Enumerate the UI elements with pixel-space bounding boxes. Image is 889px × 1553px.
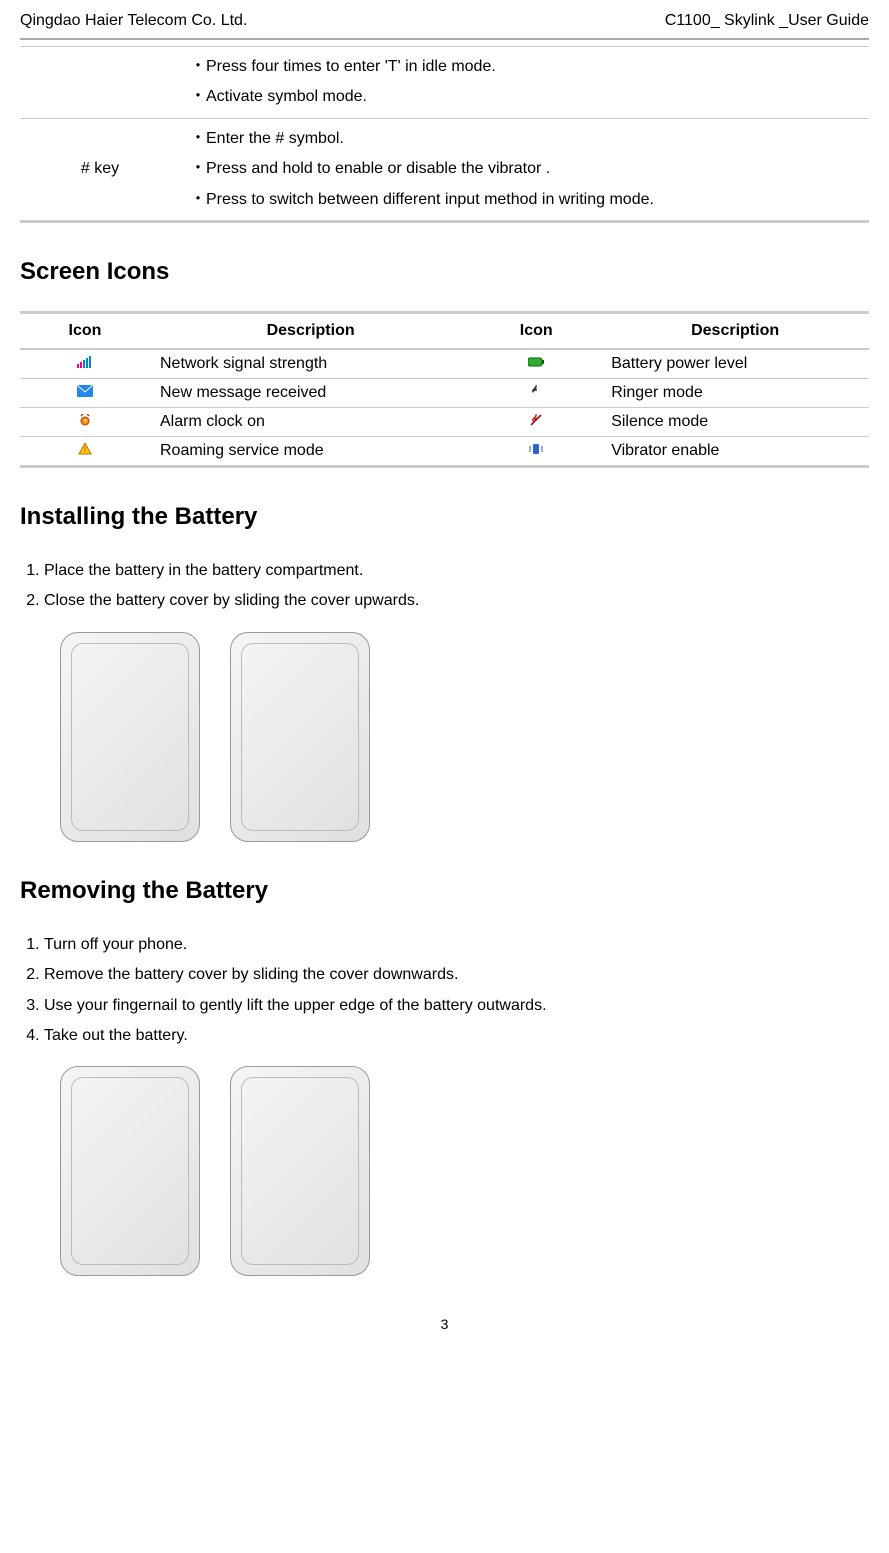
- section-installing-battery: Installing the Battery: [20, 503, 869, 531]
- key-functions-table: ・Press four times to enter 'T' in idle m…: [20, 46, 869, 223]
- phone-back-closed-illustration: [230, 632, 370, 842]
- key-row-hash: # key ・Enter the # symbol. ・Press and ho…: [20, 118, 869, 221]
- install-step: Place the battery in the battery compart…: [44, 556, 869, 586]
- ringer-icon: [471, 378, 601, 407]
- icon-desc: Silence mode: [601, 407, 869, 436]
- icon-header: Icon: [20, 312, 150, 349]
- key-desc-line: ・Activate symbol mode.: [190, 82, 859, 112]
- icon-desc: Alarm clock on: [150, 407, 471, 436]
- icon-row: Alarm clock on Silence mode: [20, 407, 869, 436]
- remove-step: Remove the battery cover by sliding the …: [44, 960, 869, 990]
- key-cell: # key: [20, 118, 180, 221]
- key-desc-line: ・Enter the # symbol.: [190, 124, 859, 154]
- installing-steps: Place the battery in the battery compart…: [20, 556, 869, 617]
- removing-steps: Turn off your phone. Remove the battery …: [20, 930, 869, 1052]
- alarm-icon: [20, 407, 150, 436]
- icon-desc: Vibrator enable: [601, 436, 869, 466]
- battery-icon: [471, 349, 601, 379]
- screen-icons-table: Icon Description Icon Description Networ…: [20, 311, 869, 468]
- remove-step: Turn off your phone.: [44, 930, 869, 960]
- section-removing-battery: Removing the Battery: [20, 877, 869, 905]
- phone-back-cover-slide-illustration: [230, 1066, 370, 1276]
- remove-step: Take out the battery.: [44, 1021, 869, 1051]
- desc-header: Description: [150, 312, 471, 349]
- key-desc-line: ・Press to switch between different input…: [190, 185, 859, 215]
- icon-desc: Network signal strength: [150, 349, 471, 379]
- message-icon: [20, 378, 150, 407]
- phone-back-open-illustration: [60, 1066, 200, 1276]
- key-desc-line: ・Press and hold to enable or disable the…: [190, 154, 859, 184]
- remove-images: [20, 1066, 869, 1276]
- icon-header: Icon: [471, 312, 601, 349]
- icon-desc: Ringer mode: [601, 378, 869, 407]
- key-cell: [20, 47, 180, 119]
- phone-back-open-illustration: [60, 632, 200, 842]
- section-screen-icons: Screen Icons: [20, 258, 869, 286]
- signal-icon: [20, 349, 150, 379]
- icon-desc: Battery power level: [601, 349, 869, 379]
- page-number: 3: [20, 1316, 869, 1332]
- icon-row: Network signal strength Battery power le…: [20, 349, 869, 379]
- header-left: Qingdao Haier Telecom Co. Ltd.: [20, 12, 247, 30]
- header-right: C1100_ Skylink _User Guide: [665, 12, 869, 30]
- icon-desc: Roaming service mode: [150, 436, 471, 466]
- install-step: Close the battery cover by sliding the c…: [44, 586, 869, 616]
- install-images: [20, 632, 869, 842]
- key-desc-line: ・Press four times to enter 'T' in idle m…: [190, 52, 859, 82]
- key-row-star: ・Press four times to enter 'T' in idle m…: [20, 47, 869, 119]
- icon-row: ! Roaming service mode Vibrator enable: [20, 436, 869, 466]
- remove-step: Use your fingernail to gently lift the u…: [44, 991, 869, 1021]
- icon-row: New message received Ringer mode: [20, 378, 869, 407]
- page-header: Qingdao Haier Telecom Co. Ltd. C1100_ Sk…: [20, 10, 869, 40]
- key-desc-cell: ・Press four times to enter 'T' in idle m…: [180, 47, 869, 119]
- icon-desc: New message received: [150, 378, 471, 407]
- silence-icon: [471, 407, 601, 436]
- roaming-icon: !: [20, 436, 150, 466]
- vibrator-icon: [471, 436, 601, 466]
- desc-header: Description: [601, 312, 869, 349]
- svg-text:!: !: [84, 447, 86, 454]
- key-desc-cell: ・Enter the # symbol. ・Press and hold to …: [180, 118, 869, 221]
